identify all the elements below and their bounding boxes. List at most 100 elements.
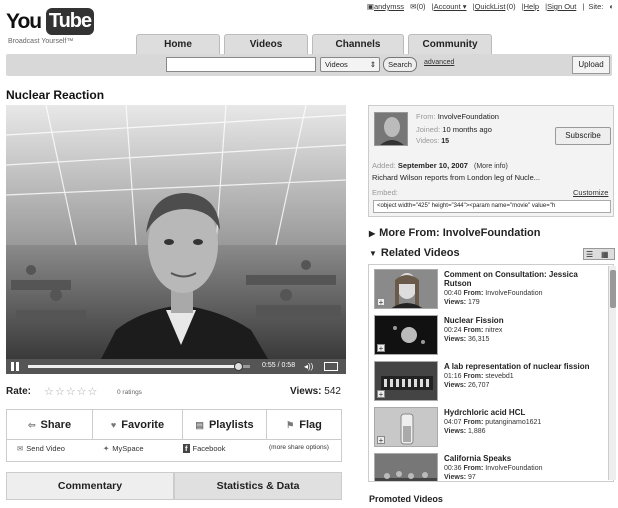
video-thumbnail[interactable]: + [374,315,438,355]
volume-icon[interactable]: ◂)) [304,362,313,371]
video-thumbnail[interactable]: + [374,269,438,309]
time-display: 0:55 / 0:58 [262,362,296,369]
tab-community[interactable]: Community [408,34,492,54]
grid-view-icon[interactable]: ▦ [601,250,609,259]
related-views: Views: 97 [444,473,604,481]
tab-channels[interactable]: Channels [312,34,404,54]
myspace-icon: ✦ [103,444,110,453]
send-video-label: Send Video [26,444,65,453]
comment-tabs: Commentary Statistics & Data [6,472,342,500]
ratings-count: 0 ratings [117,389,142,396]
mail-icon: ✉ [17,444,24,453]
related-uploader[interactable]: putanginamo1621 [485,419,541,426]
related-title[interactable]: California Speaks [444,454,604,463]
add-to-quicklist-icon[interactable]: + [377,344,385,353]
quicklist-link[interactable]: QuickList [475,2,506,11]
heart-icon: ♥ [110,420,117,430]
video-player[interactable] [6,105,346,359]
promoted-videos-header: Promoted Videos [369,494,443,504]
more-from-label: More From: InvolveFoundation [379,227,541,239]
list-item[interactable]: + Nuclear Fission 00:24 From: nitrex Vie… [369,313,605,359]
tab-home[interactable]: Home [136,34,220,54]
related-uploader[interactable]: InvolveFoundation [485,465,542,472]
related-title[interactable]: Hydrchloric acid HCL [444,408,604,417]
select-arrows-icon: ⇕ [369,60,376,69]
share-icon: ⇦ [27,420,36,430]
related-views-label: Views: [444,336,467,343]
related-uploader[interactable]: nitrex [485,327,502,334]
video-thumbnail[interactable]: + [374,453,438,481]
related-title[interactable]: Nuclear Fission [444,316,604,325]
list-item[interactable]: + Comment on Consultation: Jessica Rutso… [369,267,605,313]
favorite-label: Favorite [121,419,165,431]
progress-knob[interactable] [233,362,243,371]
globe-icon[interactable]: ◐ [609,2,614,11]
progress-fill [28,365,239,368]
related-views-value: 1,886 [468,428,486,435]
list-item[interactable]: + A lab representation of nuclear fissio… [369,359,605,405]
myspace-link[interactable]: ✦ MySpace [103,444,144,453]
list-item[interactable]: + Hydrchloric acid HCL 04:07 From: putan… [369,405,605,451]
avatar[interactable] [374,112,408,146]
video-thumbnail[interactable]: + [374,407,438,447]
more-from-header[interactable]: ▶ More From: InvolveFoundation [369,227,541,239]
related-duration: 04:07 [444,419,462,426]
related-uploader[interactable]: stevebd1 [485,373,513,380]
share-button[interactable]: ⇦ Share [7,410,93,440]
tab-statistics[interactable]: Statistics & Data [174,472,342,500]
pause-icon[interactable] [11,362,19,371]
related-label: Related Videos [380,247,460,259]
search-type-select[interactable]: Videos ⇕ [320,57,380,72]
related-title[interactable]: Comment on Consultation: Jessica Rutson [444,270,604,288]
fullscreen-icon[interactable] [324,362,338,371]
related-videos-header[interactable]: ▼ Related Videos [369,247,460,259]
related-title[interactable]: A lab representation of nuclear fission [444,362,604,371]
add-to-quicklist-icon[interactable]: + [377,298,385,307]
facebook-link[interactable]: f Facebook [183,444,225,453]
add-to-quicklist-icon[interactable]: + [377,436,385,445]
rating-stars[interactable]: ☆☆☆☆☆ [44,385,98,398]
quicklist-count: (0) [506,2,516,11]
scrollbar-thumb[interactable] [610,270,616,308]
progress-track[interactable] [28,362,250,371]
view-toggle[interactable]: ☰ ▦ [583,248,615,260]
related-meta: 00:36 From: InvolveFoundation [444,464,604,473]
videos-label: Videos: [416,138,440,145]
related-uploader[interactable]: InvolveFoundation [485,290,542,297]
flag-button[interactable]: ⚑ Flag [267,410,341,440]
search-input[interactable] [166,57,316,72]
more-share-link[interactable]: (more share options) [269,444,329,451]
signout-link[interactable]: Sign Out [547,2,576,11]
send-video-link[interactable]: ✉ Send Video [17,444,65,453]
inbox-count[interactable]: (0) [416,2,425,11]
help-link[interactable]: Help [524,2,539,11]
customize-link[interactable]: Customize [573,188,608,197]
username-link[interactable]: andymss [374,2,404,11]
upload-button[interactable]: Upload [572,56,610,74]
list-item[interactable]: + California Speaks 00:36 From: InvolveF… [369,451,605,481]
embed-code-field[interactable]: <object width="425" height="344"><param … [373,200,611,213]
add-to-quicklist-icon[interactable]: + [377,390,385,399]
top-links: ▣andymss ✉(0) |Account ▾ |QuickList(0) |… [366,2,614,11]
account-link[interactable]: Account ▾ [434,2,467,11]
favorite-button[interactable]: ♥ Favorite [93,410,183,440]
video-thumbnail[interactable]: + [374,361,438,401]
subscribe-button[interactable]: Subscribe [555,127,611,145]
related-from-label: From: [463,327,484,334]
tab-commentary[interactable]: Commentary [6,472,174,500]
views-value: 542 [324,386,341,397]
related-from-label: From: [463,373,484,380]
related-from-label: From: [463,419,484,426]
related-scrollbar[interactable] [608,266,616,480]
playlist-icon: ▤ [195,420,204,430]
youtube-logo[interactable]: You Tube Broadcast Yourself™ [6,6,94,46]
list-view-icon[interactable]: ☰ [586,250,593,259]
related-meta: 00:24 From: nitrex [444,326,604,335]
search-button[interactable]: Search [383,57,417,72]
advanced-search-link[interactable]: advanced [424,59,454,66]
tab-videos[interactable]: Videos [224,34,308,54]
more-info-link[interactable]: (More info) [474,163,508,170]
video-title: Nuclear Reaction [6,88,105,102]
playlists-button[interactable]: ▤ Playlists [183,410,267,440]
uploader-link[interactable]: InvolveFoundation [438,112,499,121]
